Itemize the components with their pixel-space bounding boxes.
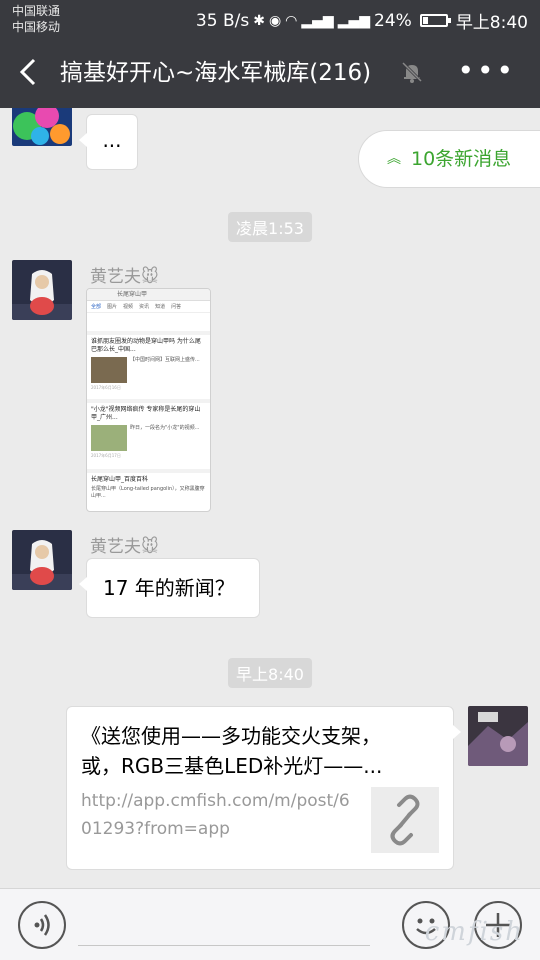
chat-header: 搞基好开心~海水军械库(216) ••• — [0, 38, 540, 108]
mute-bell-icon — [400, 60, 424, 84]
back-arrow-icon[interactable] — [14, 52, 48, 92]
new-messages-button[interactable]: ︽ 10条新消息 — [358, 130, 540, 188]
more-dots-icon[interactable]: ••• — [457, 56, 516, 86]
timestamp: 凌晨1:53 — [228, 212, 312, 242]
network-speed: 35 B/s — [195, 10, 250, 31]
search-result: 谁抓朋友圈发的动物是穿山甲吗 为什么尾巴那么长_中国... 【中国时间网】互联网… — [87, 335, 210, 403]
avatar[interactable] — [468, 706, 528, 766]
result-thumbnail — [91, 357, 127, 383]
avatar[interactable] — [12, 260, 72, 320]
chat-area[interactable]: ... ︽ 10条新消息 凌晨1:53 黄艺夫🐭 长尾穿山甲 全部 图片 视频 资… — [0, 108, 540, 888]
message-text: ... — [102, 128, 122, 152]
signal-4g-icon: ▂▄▆ — [301, 12, 334, 29]
message-text: 17 年的新闻？ — [103, 576, 235, 600]
message-input[interactable] — [78, 945, 370, 946]
clock: 早上8:40 — [455, 13, 528, 33]
avatar[interactable] — [12, 530, 72, 590]
bluetooth-icon: ✱ — [253, 12, 265, 29]
chat-title: 搞基好开心~海水军械库(216) — [60, 60, 372, 86]
search-result: "小龙"视频网络疯传 专家称是长尾的穿山甲_广州... 昨日，一段名为"小龙"的… — [87, 403, 210, 473]
voice-icon[interactable] — [18, 901, 66, 949]
image-message[interactable]: 长尾穿山甲 全部 图片 视频 资讯 知道 问答 谁抓朋友圈发的动物是穿山甲吗 为… — [86, 288, 211, 512]
result-tabs: 全部 图片 视频 资讯 知道 问答 — [87, 301, 210, 313]
input-bar: cmfish — [0, 888, 540, 960]
link-url: http://app.cmfish.com/m/post/601293?from… — [81, 791, 350, 839]
sender-name: 黄艺夫🐭 — [90, 267, 159, 287]
wifi-icon: ◠ — [285, 12, 298, 29]
status-indicators: 35 B/s ✱ ◉ ◠ ▂▄▆ ▂▄▆ 24% 早上8:40 — [195, 8, 528, 34]
search-result: 长尾穿山甲_百度百科 长尾穿山甲（Long-tailed pangolin），又… — [91, 476, 205, 499]
timestamp: 早上8:40 — [228, 658, 312, 688]
sender-name: 黄艺夫🐭 — [90, 537, 159, 557]
search-bar: 长尾穿山甲 — [87, 289, 210, 301]
status-bar: 中国联通 中国移动 35 B/s ✱ ◉ ◠ ▂▄▆ ▂▄▆ 24% 早上8:4… — [0, 0, 540, 38]
link-card-message[interactable]: 《送您使用——多功能交火支架， 或，RGB三基色LED补光灯——... http… — [66, 706, 461, 870]
eye-icon: ◉ — [268, 12, 282, 29]
new-messages-label: 10条新消息 — [411, 148, 512, 170]
battery-percent: 24% — [374, 10, 412, 31]
battery-icon — [419, 14, 451, 27]
link-title: 《送您使用——多功能交火支架， 或，RGB三基色LED补光灯——... — [81, 724, 383, 778]
avatar[interactable] — [12, 108, 72, 146]
signal-2g-icon: ▂▄▆ — [337, 12, 371, 29]
message-bubble[interactable]: 17 年的新闻？ — [79, 558, 260, 618]
carrier-1: 中国联通 — [12, 4, 61, 18]
carrier-info: 中国联通 中国移动 — [12, 3, 60, 35]
carrier-2: 中国移动 — [12, 20, 61, 34]
message-bubble[interactable]: ... — [79, 114, 138, 170]
chain-link-icon — [371, 787, 439, 853]
result-thumbnail — [91, 425, 127, 451]
double-chevron-up-icon: ︽ — [387, 151, 401, 167]
watermark: cmfish — [424, 917, 524, 947]
